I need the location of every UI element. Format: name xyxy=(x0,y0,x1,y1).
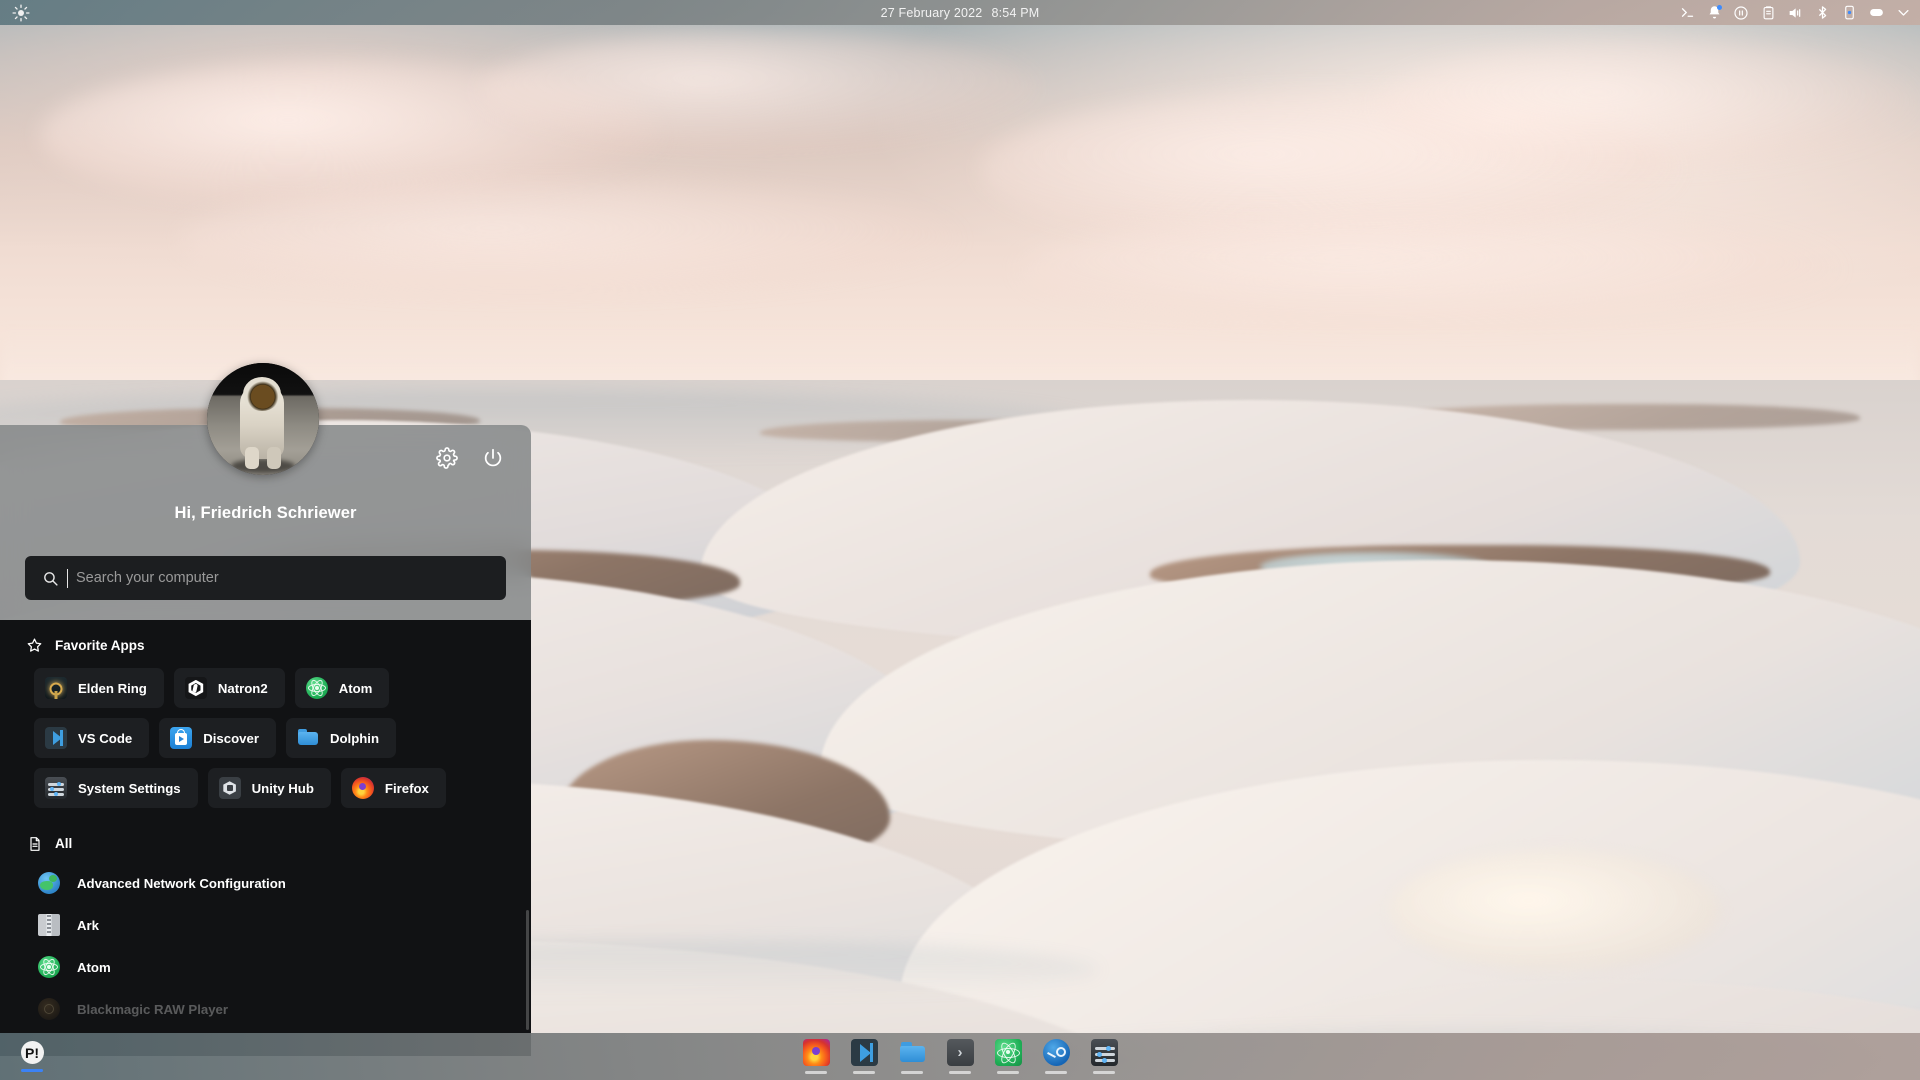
star-icon xyxy=(26,637,43,654)
desktop: 27 February 2022 8:54 PM Hi, Friedrich S… xyxy=(0,0,1920,1080)
all-apps-list: Advanced Network Configuration Ark Atom … xyxy=(0,852,531,1030)
running-indicator xyxy=(949,1071,971,1074)
blackmagic-raw-player-icon xyxy=(38,998,60,1020)
favorite-app-natron2[interactable]: Natron2 xyxy=(173,668,285,708)
favorite-app-elden-ring[interactable]: Elden Ring xyxy=(34,668,164,708)
firefox-icon xyxy=(802,1039,830,1066)
dolphin-icon xyxy=(899,1039,926,1066)
apps-scrollbar[interactable] xyxy=(526,910,529,1030)
gear-icon[interactable] xyxy=(434,445,460,471)
taskbar-item-steam[interactable] xyxy=(1042,1039,1070,1074)
text-cursor xyxy=(67,568,68,588)
display-icon[interactable] xyxy=(1865,2,1887,24)
taskbar-dock: › xyxy=(0,1033,1920,1080)
all-heading-label: All xyxy=(55,836,73,851)
list-item[interactable]: Ark xyxy=(0,904,531,946)
list-item[interactable]: Atom xyxy=(0,946,531,988)
notification-bell-icon[interactable] xyxy=(1703,2,1725,24)
launcher-header-actions xyxy=(434,445,506,471)
favorite-app-label: Discover xyxy=(203,730,259,746)
favorite-app-label: Elden Ring xyxy=(78,680,147,696)
running-indicator xyxy=(853,1071,875,1074)
bluetooth-icon[interactable] xyxy=(1811,2,1833,24)
taskbar-item-atom[interactable] xyxy=(994,1039,1022,1074)
atom-icon xyxy=(305,677,328,699)
running-indicator xyxy=(1045,1071,1067,1074)
favorite-app-label: Unity Hub xyxy=(251,780,314,796)
launcher-header: Hi, Friedrich Schriewer Search your comp… xyxy=(0,363,531,620)
atom-icon xyxy=(994,1039,1022,1066)
top-panel: 27 February 2022 8:54 PM xyxy=(0,0,1920,25)
greeting-text: Hi, Friedrich Schriewer xyxy=(174,504,357,522)
launcher-apps-panel: Favorite Apps Elden Ring Natron2 Atom VS… xyxy=(0,620,531,1056)
document-icon xyxy=(26,835,43,852)
running-indicator xyxy=(901,1071,923,1074)
favorite-app-vs-code[interactable]: VS Code xyxy=(34,718,150,758)
clock[interactable]: 27 February 2022 8:54 PM xyxy=(0,0,1920,25)
favorite-app-firefox[interactable]: Firefox xyxy=(340,768,446,808)
list-item-label: Atom xyxy=(77,959,111,975)
avatar xyxy=(207,363,319,475)
favorite-app-label: System Settings xyxy=(78,780,181,796)
network-globe-icon xyxy=(38,872,60,894)
favorite-app-label: Atom xyxy=(338,680,373,696)
favorite-app-discover[interactable]: Discover xyxy=(159,718,276,758)
steam-icon xyxy=(1042,1039,1070,1066)
system-settings-icon xyxy=(1090,1039,1118,1066)
device-icon[interactable] xyxy=(1838,2,1860,24)
running-indicator xyxy=(997,1071,1019,1074)
running-indicator xyxy=(805,1071,827,1074)
power-icon[interactable] xyxy=(480,445,506,471)
ark-archive-icon xyxy=(38,914,60,936)
favorite-app-system-settings[interactable]: System Settings xyxy=(34,768,198,808)
favorite-app-label: VS Code xyxy=(78,730,133,746)
favorite-app-label: Firefox xyxy=(384,780,429,796)
elden-ring-icon xyxy=(45,677,67,699)
running-indicator xyxy=(1093,1071,1115,1074)
favorite-app-label: Natron2 xyxy=(217,680,268,696)
list-item-label: Blackmagic RAW Player xyxy=(77,1001,228,1017)
favorite-app-atom[interactable]: Atom xyxy=(294,668,390,708)
media-pause-icon[interactable] xyxy=(1730,2,1752,24)
search-icon xyxy=(41,569,59,587)
favorite-app-label: Dolphin xyxy=(329,730,380,746)
favorites-heading: Favorite Apps xyxy=(0,620,531,654)
notification-badge xyxy=(1717,4,1722,10)
discover-icon xyxy=(170,727,193,749)
vscode-icon xyxy=(45,727,67,749)
volume-icon[interactable] xyxy=(1784,2,1806,24)
atom-icon xyxy=(38,956,60,978)
taskbar-item-dolphin[interactable] xyxy=(899,1039,926,1074)
list-item-label: Advanced Network Configuration xyxy=(77,875,286,891)
system-settings-icon xyxy=(45,777,67,799)
favorite-app-dolphin[interactable]: Dolphin xyxy=(285,718,397,758)
list-item[interactable]: Blackmagic RAW Player xyxy=(0,988,531,1030)
dolphin-icon xyxy=(297,727,319,749)
unity-hub-icon xyxy=(218,777,241,799)
taskbar-item-firefox[interactable] xyxy=(802,1039,830,1074)
terminal-icon[interactable] xyxy=(1676,2,1698,24)
system-tray xyxy=(1676,0,1914,25)
natron2-icon xyxy=(184,677,207,699)
favorites-grid: Elden Ring Natron2 Atom VS Code Discover xyxy=(0,654,510,808)
chevron-down-icon[interactable] xyxy=(1892,2,1914,24)
clipboard-icon[interactable] xyxy=(1757,2,1779,24)
firefox-icon xyxy=(351,777,374,799)
favorite-app-unity-hub[interactable]: Unity Hub xyxy=(207,768,331,808)
taskbar-item-vs-code[interactable] xyxy=(850,1039,878,1074)
search-placeholder: Search your computer xyxy=(76,570,219,586)
taskbar-item-system-settings[interactable] xyxy=(1090,1039,1118,1074)
search-input[interactable]: Search your computer xyxy=(25,556,506,600)
list-item-label: Ark xyxy=(77,917,99,933)
list-item[interactable]: Advanced Network Configuration xyxy=(0,862,531,904)
taskbar: P! › xyxy=(0,1033,1920,1080)
clock-time: 8:54 PM xyxy=(991,5,1040,20)
all-heading: All xyxy=(0,808,531,852)
favorites-heading-label: Favorite Apps xyxy=(55,638,145,653)
vscode-icon xyxy=(850,1039,878,1066)
clock-date: 27 February 2022 xyxy=(880,5,983,20)
application-launcher: Hi, Friedrich Schriewer Search your comp… xyxy=(0,363,531,1056)
taskbar-item-terminal[interactable]: › xyxy=(946,1039,974,1074)
terminal-icon: › xyxy=(946,1039,974,1066)
